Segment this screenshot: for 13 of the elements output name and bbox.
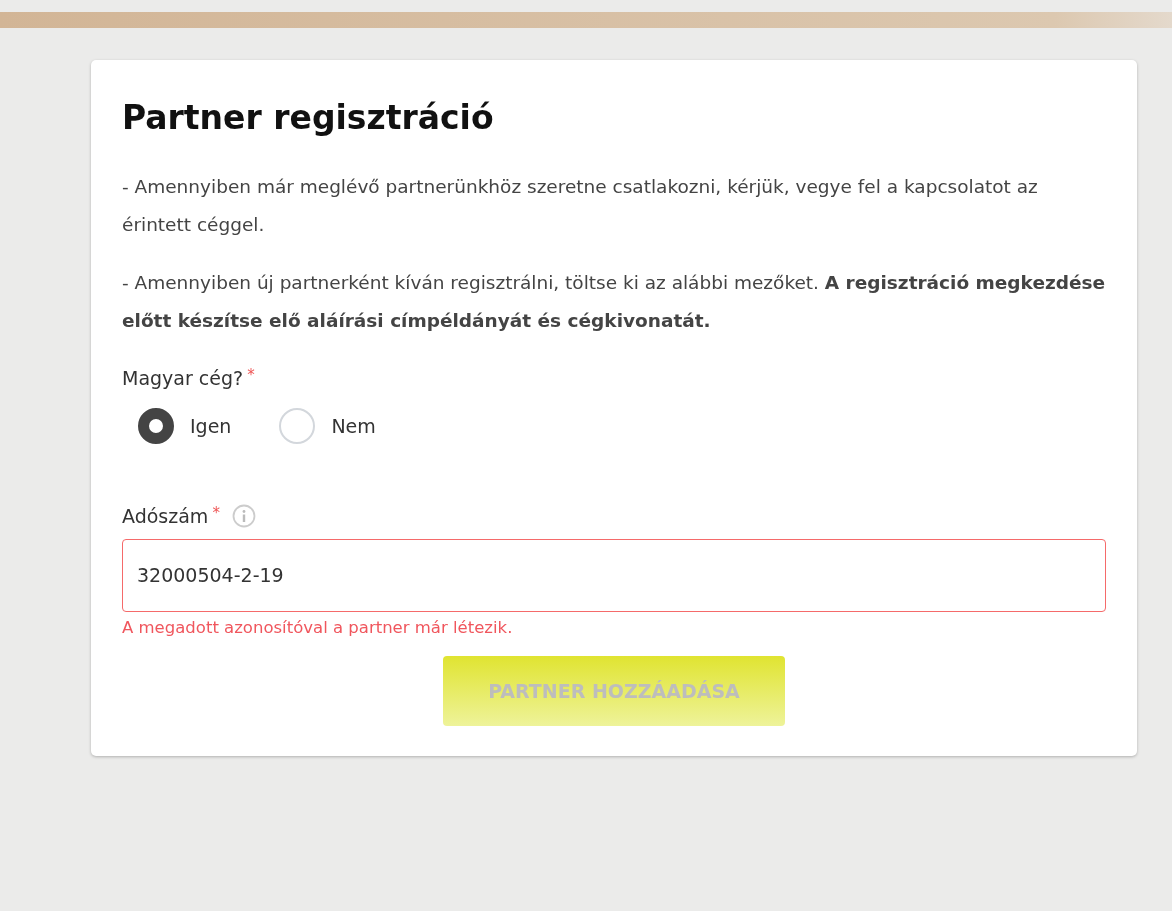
radio-button[interactable] (138, 408, 174, 445)
radio-label[interactable]: Igen (190, 411, 232, 441)
field-label: Magyar cég? (122, 365, 244, 391)
page-title: Partner regisztráció (122, 98, 495, 138)
error-message: A megadott azonosítóval a partner már létezik. (122, 616, 514, 639)
tax-number-field[interactable]: 32000504-2-19 (122, 538, 1106, 612)
required-mark: * (212, 503, 220, 525)
info-icon[interactable] (231, 504, 256, 529)
instruction-text: - Amennyiben már meglévő partnerünkhöz szeretne csatlakozni, kérjük, vegye fel a kapcsolatot az érintett céggel. (122, 174, 1039, 237)
field-label: Adószám (122, 504, 209, 530)
required-mark: * (247, 364, 255, 386)
instruction-text: - Amennyiben új partnerként kíván regisztrálni, töltse ki az alábbi mezőket. A regisztráció megkezdése előtt készítse elő aláírási címpéldányát és cégkivonatát. (122, 270, 1106, 333)
radio-label[interactable]: Nem (331, 411, 376, 441)
